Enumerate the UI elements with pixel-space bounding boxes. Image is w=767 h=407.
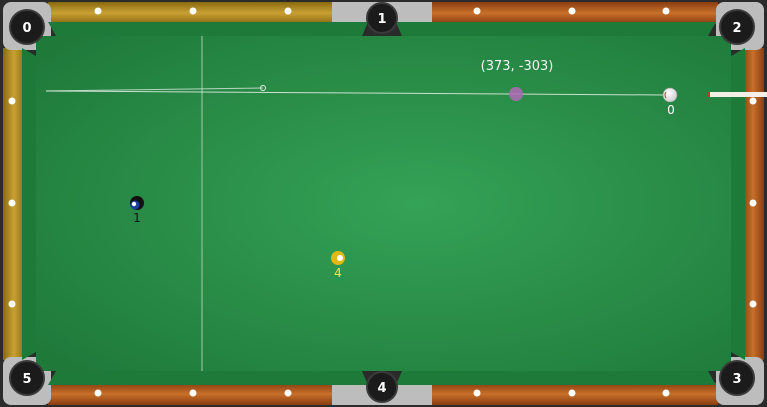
pocket-1[interactable]: 1	[366, 2, 398, 34]
ball-highlight	[337, 255, 343, 261]
diamond	[94, 7, 102, 15]
cushion-bottom-left	[48, 371, 368, 385]
diamond	[8, 97, 16, 105]
aim-target-point[interactable]	[509, 87, 523, 101]
pocket-0[interactable]: 0	[9, 9, 45, 45]
pocket-label: 5	[22, 372, 31, 387]
cushion-top-left	[48, 22, 368, 36]
diamond	[749, 199, 757, 207]
diamond	[749, 97, 757, 105]
diamond	[568, 389, 576, 397]
pocket-label: 0	[22, 21, 31, 36]
pocket-4[interactable]: 4	[366, 371, 398, 403]
ball-label: 4	[334, 266, 342, 280]
diamond	[473, 389, 481, 397]
pocket-5[interactable]: 5	[9, 360, 45, 396]
diamond	[284, 7, 292, 15]
diamond	[189, 7, 197, 15]
diamond	[568, 7, 576, 15]
diamond	[284, 389, 292, 397]
ball-label: 1	[133, 211, 141, 225]
diamond	[662, 7, 670, 15]
diamond	[662, 389, 670, 397]
cushion-bottom-right	[396, 371, 716, 385]
cue-stick[interactable]	[707, 92, 767, 97]
diamond	[8, 300, 16, 308]
pocket-label: 3	[732, 372, 741, 387]
pocket-label: 2	[732, 21, 741, 36]
cushion-left	[22, 48, 36, 360]
diamond	[94, 389, 102, 397]
pocket-3[interactable]: 3	[719, 360, 755, 396]
pocket-label: 4	[377, 381, 386, 396]
diamond	[8, 199, 16, 207]
cue-shaft	[709, 92, 767, 97]
pocket-2[interactable]: 2	[719, 9, 755, 45]
aim-coordinate-readout: (373, -303)	[481, 59, 554, 74]
pool-table[interactable]: 0 1 2 3 4 5 (373, -303) 0 1 4	[0, 0, 767, 407]
diamond	[189, 389, 197, 397]
cushion-top-right	[396, 22, 716, 36]
ball-highlight	[131, 201, 137, 207]
pocket-label: 1	[377, 12, 386, 27]
ball-label: 0	[667, 103, 675, 117]
diamond	[473, 7, 481, 15]
cue-tip	[707, 92, 710, 97]
diamond	[749, 300, 757, 308]
